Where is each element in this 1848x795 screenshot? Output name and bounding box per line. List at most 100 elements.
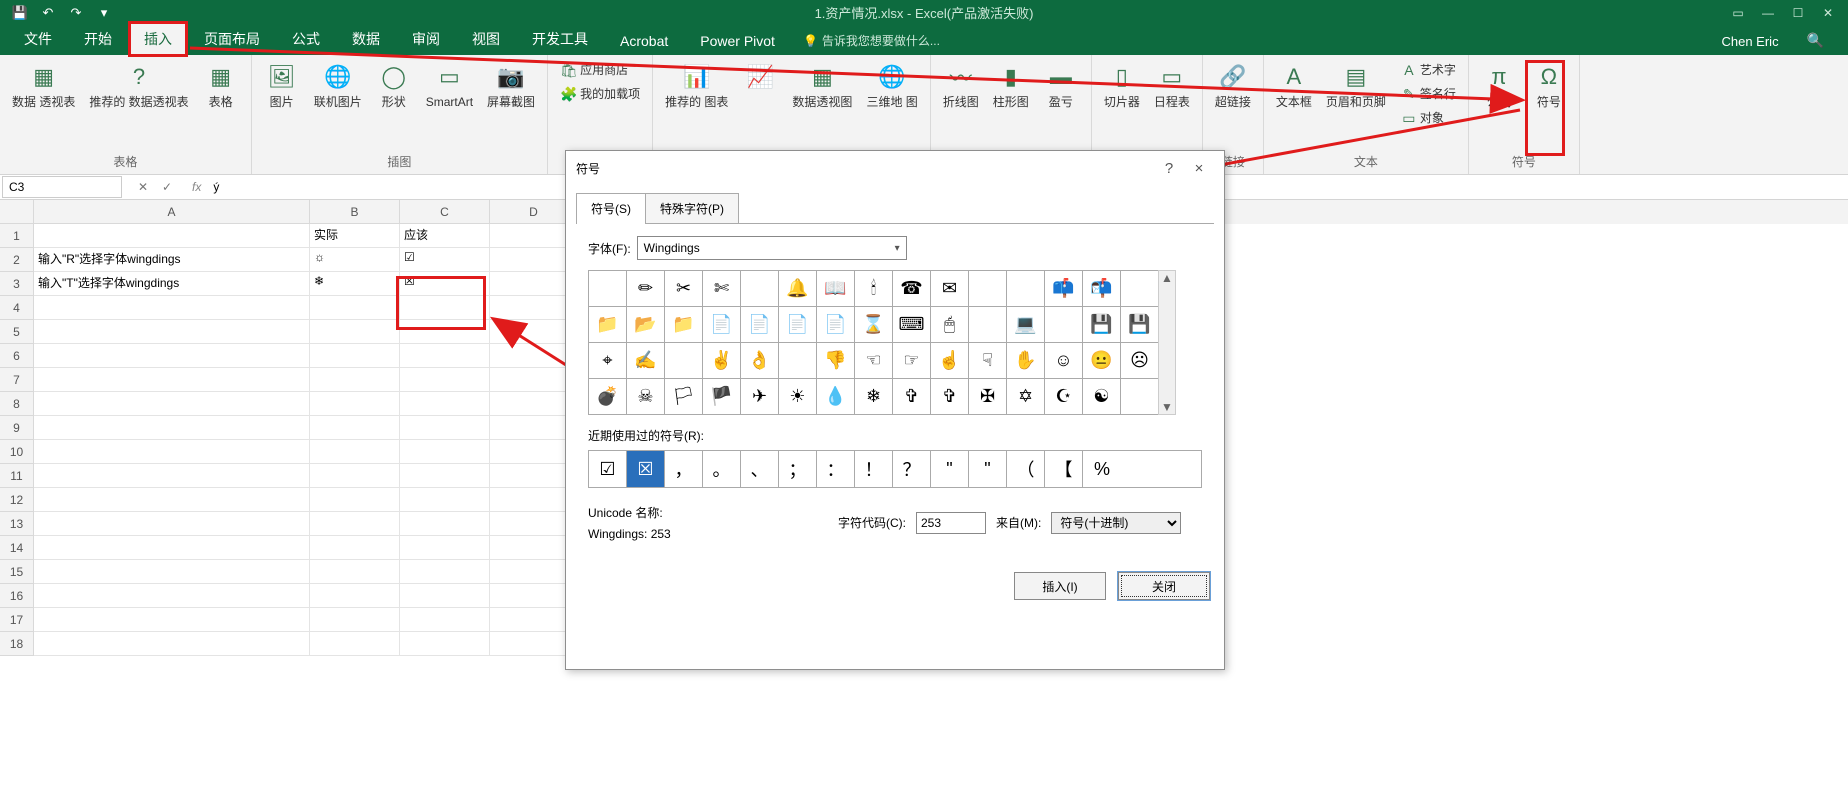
tab-acrobat[interactable]: Acrobat [606, 27, 682, 55]
symbol-cell[interactable]: ☹ [1121, 343, 1159, 379]
cell[interactable] [34, 392, 310, 416]
symbol-cell[interactable]: 😐 [1083, 343, 1121, 379]
recent-symbol[interactable]: ？ [893, 451, 931, 487]
scroll-up-icon[interactable]: ▲ [1161, 271, 1173, 285]
dialog-titlebar[interactable]: 符号 ? × [566, 151, 1224, 185]
user-name[interactable]: Chen Eric [1711, 28, 1788, 55]
symbol-cell[interactable]: ☺ [1045, 343, 1083, 379]
symbol-cell[interactable]: 📄 [741, 307, 779, 343]
cell[interactable] [400, 488, 490, 512]
symbol-cell[interactable]: 📁 [589, 307, 627, 343]
symbol-cell[interactable]: ✌ [703, 343, 741, 379]
tab-view[interactable]: 视图 [458, 23, 514, 55]
symbol-cell[interactable] [589, 271, 627, 307]
pivot-table-button[interactable]: ▦数据 透视表 [8, 59, 79, 111]
row-header[interactable]: 4 [0, 296, 34, 320]
symbol-button[interactable]: Ω符号 [1527, 59, 1571, 111]
row-header[interactable]: 6 [0, 344, 34, 368]
cell[interactable] [310, 512, 400, 536]
cell[interactable] [400, 560, 490, 584]
cell[interactable] [310, 368, 400, 392]
symbol-cell[interactable]: ⌨ [893, 307, 931, 343]
cell[interactable]: 输入"R"选择字体wingdings [34, 248, 310, 272]
cell[interactable]: ❄ [310, 272, 400, 296]
name-box[interactable] [2, 176, 122, 198]
dialog-close-button[interactable]: × [1184, 160, 1214, 177]
symbol-cell[interactable]: 💻 [1007, 307, 1045, 343]
cell[interactable] [310, 440, 400, 464]
wordart-button[interactable]: A艺术字 [1396, 59, 1460, 81]
recent-symbol[interactable]: ☑ [589, 451, 627, 487]
screenshot-button[interactable]: 📷屏幕截图 [483, 59, 539, 111]
tab-powerpivot[interactable]: Power Pivot [686, 27, 789, 55]
cell[interactable] [310, 392, 400, 416]
close-button[interactable]: 关闭 [1118, 572, 1210, 600]
row-header[interactable]: 12 [0, 488, 34, 512]
row-header[interactable]: 1 [0, 224, 34, 248]
symbol-cell[interactable]: 🏴 [703, 379, 741, 415]
recent-symbol[interactable]: ， [665, 451, 703, 487]
symbol-cell[interactable]: ✞ [931, 379, 969, 415]
symbol-cell[interactable]: ✍ [627, 343, 665, 379]
cell[interactable] [310, 320, 400, 344]
cell[interactable] [400, 296, 490, 320]
symbol-cell[interactable]: 🖱 [931, 307, 969, 343]
symbol-cell[interactable]: 📫 [1045, 271, 1083, 307]
tell-me[interactable]: 💡告诉我您想要做什么... [793, 26, 950, 55]
cell[interactable] [310, 488, 400, 512]
picture-button[interactable]: 🖼图片 [260, 59, 304, 111]
symbol-cell[interactable]: ✞ [893, 379, 931, 415]
cell[interactable] [400, 344, 490, 368]
symbol-cell[interactable]: 👎 [817, 343, 855, 379]
symbol-cell[interactable]: ☟ [969, 343, 1007, 379]
sparkline-winloss-button[interactable]: ▬盈亏 [1039, 59, 1083, 111]
cell[interactable] [400, 608, 490, 632]
recent-symbols[interactable]: ☑☒，。、；：！？""（【% [588, 450, 1202, 488]
row-header[interactable]: 15 [0, 560, 34, 584]
recent-symbol[interactable]: 。 [703, 451, 741, 487]
symbol-cell[interactable]: 🏳 [665, 379, 703, 415]
col-header[interactable]: A [34, 200, 310, 224]
cell[interactable] [400, 368, 490, 392]
slicer-button[interactable]: ▯切片器 [1100, 59, 1144, 111]
recent-symbol[interactable]: % [1083, 451, 1121, 487]
recent-symbol[interactable]: ！ [855, 451, 893, 487]
tab-home[interactable]: 开始 [70, 23, 126, 55]
symbol-cell[interactable]: ✡ [1007, 379, 1045, 415]
timeline-button[interactable]: ▭日程表 [1150, 59, 1194, 111]
symbol-cell[interactable]: ✋ [1007, 343, 1045, 379]
symbol-cell[interactable]: ☠ [627, 379, 665, 415]
select-all[interactable] [0, 200, 34, 224]
cell[interactable] [310, 344, 400, 368]
cell[interactable] [34, 632, 310, 656]
font-select[interactable]: Wingdings ▾ [637, 236, 907, 260]
recent-symbol[interactable]: （ [1007, 451, 1045, 487]
cell[interactable] [34, 560, 310, 584]
3dmap-button[interactable]: 🌐三维地 图 [862, 59, 921, 111]
symbol-scrollbar[interactable]: ▲▼ [1158, 270, 1176, 415]
close-icon[interactable]: ✕ [1814, 3, 1842, 23]
symbol-cell[interactable]: ⌖ [589, 343, 627, 379]
tab-file[interactable]: 文件 [10, 23, 66, 55]
symbol-cell[interactable] [779, 343, 817, 379]
symbol-cell[interactable]: ✂ [665, 271, 703, 307]
cell[interactable] [310, 560, 400, 584]
share-icon[interactable]: 🔍 [1793, 26, 1838, 55]
cell[interactable]: 输入"T"选择字体wingdings [34, 272, 310, 296]
symbol-cell[interactable] [969, 271, 1007, 307]
symbol-cell[interactable]: ❄ [855, 379, 893, 415]
cell[interactable] [34, 608, 310, 632]
symbol-cell[interactable]: ✠ [969, 379, 1007, 415]
symbol-cell[interactable]: 📄 [779, 307, 817, 343]
symbol-cell[interactable]: 👌 [741, 343, 779, 379]
symbol-cell[interactable]: 📁 [665, 307, 703, 343]
cell[interactable] [34, 512, 310, 536]
cell[interactable] [310, 296, 400, 320]
tab-formula[interactable]: 公式 [278, 23, 334, 55]
cell[interactable] [34, 488, 310, 512]
cell[interactable] [34, 368, 310, 392]
store-button[interactable]: 🛍应用商店 [556, 59, 644, 81]
tab-data[interactable]: 数据 [338, 23, 394, 55]
cell[interactable] [34, 344, 310, 368]
tab-dev[interactable]: 开发工具 [518, 23, 602, 55]
